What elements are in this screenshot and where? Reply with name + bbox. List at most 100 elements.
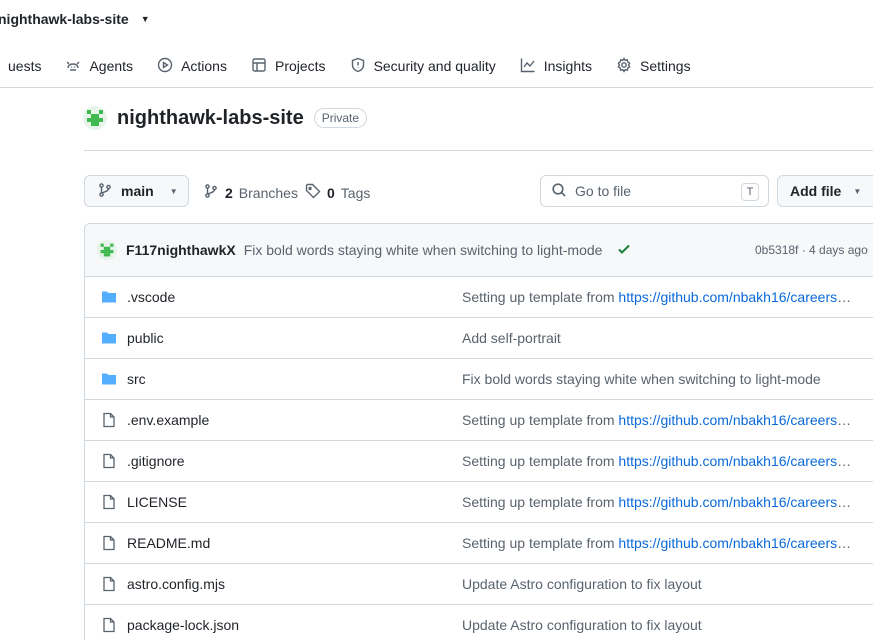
file-row[interactable]: .gitignore Setting up template from http… — [85, 441, 873, 482]
file-commit-text[interactable]: Add self-portrait — [462, 330, 561, 346]
commit-sha-time[interactable]: 0b5318f · 4 days ago — [755, 243, 868, 257]
file-commit-link[interactable]: https://github.com/nbakh16/careers-portf… — [618, 289, 852, 305]
search-input[interactable] — [575, 183, 735, 199]
file-commit-link[interactable]: https://github.com/nbakh16/careers-portf… — [618, 453, 852, 469]
keyboard-shortcut-hint: T — [741, 183, 759, 201]
agents-icon — [65, 57, 81, 76]
visibility-badge: Private — [313, 108, 368, 128]
tab-projects[interactable]: Projects — [239, 52, 338, 80]
branch-icon — [97, 182, 113, 201]
search-icon — [551, 182, 567, 201]
go-to-file-search[interactable]: T — [540, 175, 769, 207]
file-icon — [101, 535, 117, 551]
file-icon — [101, 576, 117, 592]
check-icon[interactable] — [616, 241, 632, 260]
tab-pull-requests[interactable]: uests — [0, 52, 53, 80]
tab-label[interactable]: Security and quality — [374, 58, 496, 74]
file-commit-message[interactable]: Update Astro configuration to fix layout — [462, 576, 852, 592]
add-file-button[interactable]: Add file ▼ — [777, 175, 873, 207]
file-commit-text[interactable]: Setting up template from — [462, 289, 618, 305]
file-name[interactable]: .env.example — [127, 412, 209, 428]
file-commit-text[interactable]: Fix bold words staying white when switch… — [462, 371, 821, 387]
file-name[interactable]: README.md — [127, 535, 210, 551]
file-icon — [101, 412, 117, 428]
file-commit-link[interactable]: https://github.com/nbakh16/careers-portf… — [618, 535, 852, 551]
file-name[interactable]: astro.config.mjs — [127, 576, 225, 592]
latest-commit-bar: F117nighthawkX Fix bold words staying wh… — [85, 224, 873, 277]
identicon-icon — [100, 243, 114, 257]
page-title[interactable]: nighthawk-labs-site — [117, 107, 304, 130]
file-row[interactable]: src Fix bold words staying white when sw… — [85, 359, 873, 400]
tags-count: 0 — [327, 184, 335, 201]
tab-insights[interactable]: Insights — [508, 52, 604, 80]
play-icon — [157, 57, 173, 76]
branches-link[interactable]: 2 Branches — [203, 183, 298, 202]
file-row[interactable]: README.md Setting up template from https… — [85, 523, 873, 564]
file-browser: F117nighthawkX Fix bold words staying wh… — [84, 223, 873, 640]
repo-breadcrumb-name[interactable]: nighthawk-labs-site — [0, 11, 129, 27]
file-commit-text[interactable]: Update Astro configuration to fix layout — [462, 617, 702, 633]
tab-security[interactable]: Security and quality — [338, 52, 508, 80]
chevron-down-icon: ▼ — [169, 186, 178, 196]
file-commit-message[interactable]: Add self-portrait — [462, 330, 852, 346]
branch-name: main — [121, 183, 154, 199]
file-icon — [101, 494, 117, 510]
file-name[interactable]: LICENSE — [127, 494, 187, 510]
file-commit-text[interactable]: Setting up template from — [462, 412, 618, 428]
folder-icon — [101, 330, 117, 346]
tags-link[interactable]: 0 Tags — [305, 183, 370, 202]
file-commit-message[interactable]: Update Astro configuration to fix layout — [462, 617, 852, 633]
folder-icon — [101, 289, 117, 305]
file-name[interactable]: .gitignore — [127, 453, 185, 469]
file-row[interactable]: package-lock.json Update Astro configura… — [85, 605, 873, 640]
divider — [84, 150, 873, 151]
file-name[interactable]: package-lock.json — [127, 617, 239, 633]
tab-label[interactable]: Settings — [640, 58, 691, 74]
branch-selector-button[interactable]: main ▼ — [84, 175, 189, 207]
file-row[interactable]: astro.config.mjs Update Astro configurat… — [85, 564, 873, 605]
shield-icon — [350, 57, 366, 76]
gear-icon — [616, 56, 632, 76]
file-commit-message[interactable]: Fix bold words staying white when switch… — [462, 371, 852, 387]
file-commit-text[interactable]: Update Astro configuration to fix layout — [462, 576, 702, 592]
file-commit-link[interactable]: https://github.com/nbakh16/careers-portf… — [618, 494, 852, 510]
tab-label[interactable]: uests — [8, 58, 41, 74]
avatar[interactable] — [83, 106, 107, 130]
tab-label[interactable]: Insights — [544, 58, 592, 74]
branch-icon — [203, 183, 219, 202]
chevron-down-icon[interactable]: ▼ — [141, 14, 150, 24]
file-commit-message[interactable]: Setting up template from https://github.… — [462, 535, 852, 551]
file-commit-message[interactable]: Setting up template from https://github.… — [462, 453, 852, 469]
tab-agents[interactable]: Agents — [53, 52, 145, 80]
file-commit-text[interactable]: Setting up template from — [462, 535, 618, 551]
tab-settings[interactable]: Settings — [604, 52, 703, 80]
file-name[interactable]: src — [127, 371, 146, 387]
tab-actions[interactable]: Actions — [145, 52, 239, 80]
file-row[interactable]: LICENSE Setting up template from https:/… — [85, 482, 873, 523]
file-commit-message[interactable]: Setting up template from https://github.… — [462, 289, 852, 305]
file-commit-text[interactable]: Setting up template from — [462, 453, 618, 469]
commit-message[interactable]: Fix bold words staying white when switch… — [244, 242, 603, 258]
tab-label[interactable]: Projects — [275, 58, 326, 74]
file-row[interactable]: public Add self-portrait — [85, 318, 873, 359]
tag-icon — [305, 183, 321, 202]
file-commit-message[interactable]: Setting up template from https://github.… — [462, 412, 852, 428]
file-row[interactable]: .env.example Setting up template from ht… — [85, 400, 873, 441]
repo-breadcrumb[interactable]: nighthawk-labs-site ▼ — [0, 11, 150, 27]
commit-author[interactable]: F117nighthawkX — [126, 242, 236, 258]
file-icon — [101, 617, 117, 633]
file-commit-message[interactable]: Setting up template from https://github.… — [462, 494, 852, 510]
tags-label: Tags — [340, 184, 371, 201]
file-name[interactable]: public — [127, 330, 164, 346]
file-commit-link[interactable]: https://github.com/nbakh16/careers-portf… — [618, 412, 852, 428]
file-commit-text[interactable]: Setting up template from — [462, 494, 618, 510]
avatar[interactable] — [97, 240, 117, 260]
branches-count: 2 — [225, 184, 233, 201]
folder-icon — [101, 371, 117, 387]
file-row[interactable]: .vscode Setting up template from https:/… — [85, 277, 873, 318]
file-name[interactable]: .vscode — [127, 289, 175, 305]
tab-label[interactable]: Agents — [89, 58, 133, 74]
tab-label[interactable]: Actions — [181, 58, 227, 74]
repo-header: nighthawk-labs-site ▼ uests Agents Actio… — [0, 0, 873, 88]
repo-nav: uests Agents Actions Projects Security a… — [0, 52, 703, 80]
